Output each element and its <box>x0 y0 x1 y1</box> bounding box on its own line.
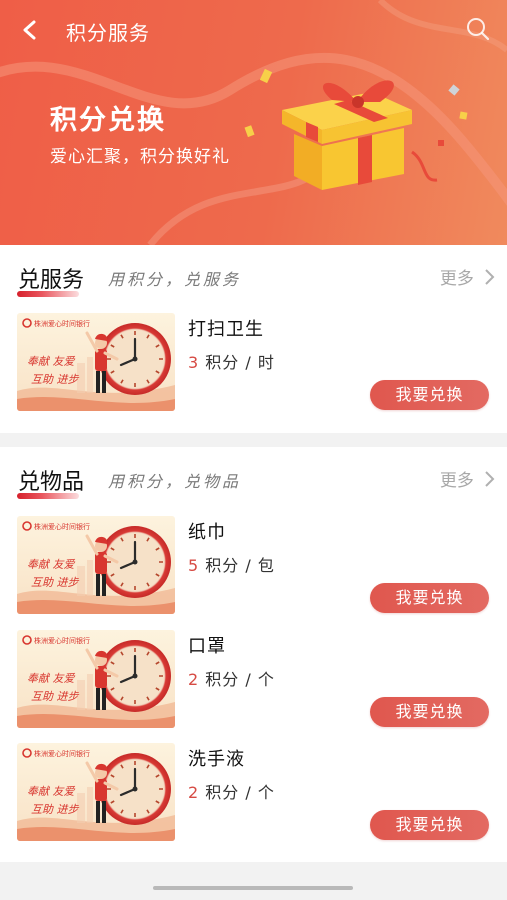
points-unit: 积分 / 个 <box>205 670 275 689</box>
more-label: 更多 <box>439 471 474 491</box>
list-item: 株洲爱心时间银行 奉献 友爱 互助 进步 口罩 2 积分 / 个 我要兑换 <box>0 630 507 740</box>
svg-text:奉献 友爱: 奉献 友爱 <box>27 785 75 798</box>
svg-text:奉献 友爱: 奉献 友爱 <box>27 355 75 368</box>
item-name: 纸巾 <box>188 522 226 543</box>
volunteer-clock-image: 株洲爱心时间银行 奉献 友爱 互助 进步 <box>17 743 175 841</box>
banner: 积分服务 积分兑换 爱心汇聚，积分换好礼 <box>0 0 507 245</box>
svg-text:互助 进步: 互助 进步 <box>31 690 79 703</box>
services-section: 兑服务 用积分，兑服务 更多 株洲爱心时间银行 奉献 友爱 互助 进步 打扫卫生… <box>0 245 507 433</box>
item-name: 洗手液 <box>188 749 245 770</box>
svg-text:互助 进步: 互助 进步 <box>31 803 79 816</box>
redeem-button[interactable]: 我要兑换 <box>370 697 489 727</box>
more-button[interactable]: 更多 <box>439 466 495 491</box>
more-label: 更多 <box>439 269 474 289</box>
section-title-underline <box>17 291 79 297</box>
svg-text:互助 进步: 互助 进步 <box>31 576 79 589</box>
chevron-left-icon <box>23 20 36 40</box>
points-unit: 积分 / 个 <box>205 783 275 802</box>
goods-section: 兑物品 用积分，兑物品 更多 株洲爱心时间银行 奉献 友爱 互助 进步 纸巾 5… <box>0 447 507 862</box>
item-name: 打扫卫生 <box>188 319 264 340</box>
list-item: 株洲爱心时间银行 奉献 友爱 互助 进步 纸巾 5 积分 / 包 我要兑换 <box>0 516 507 626</box>
section-header: 兑物品 用积分，兑物品 更多 <box>0 447 507 505</box>
volunteer-clock-image: 株洲爱心时间银行 奉献 友爱 互助 进步 <box>17 630 175 728</box>
volunteer-clock-image: 株洲爱心时间银行 奉献 友爱 互助 进步 <box>17 516 175 614</box>
redeem-button[interactable]: 我要兑换 <box>370 380 489 410</box>
chevron-right-icon <box>485 470 495 487</box>
volunteer-clock-image: 株洲爱心时间银行 奉献 友爱 互助 进步 <box>17 313 175 411</box>
item-points: 2 积分 / 个 <box>188 779 275 803</box>
banner-subtitle: 爱心汇聚，积分换好礼 <box>50 147 230 167</box>
back-button[interactable] <box>16 14 46 46</box>
banner-title: 积分兑换 <box>50 105 166 136</box>
section-title: 兑物品 <box>18 470 85 495</box>
svg-text:株洲爱心时间银行: 株洲爱心时间银行 <box>34 636 90 645</box>
item-name: 口罩 <box>188 636 226 657</box>
more-button[interactable]: 更多 <box>439 264 495 289</box>
points-value: 2 <box>188 783 200 802</box>
gift-box-icon <box>282 80 438 190</box>
svg-text:株洲爱心时间银行: 株洲爱心时间银行 <box>34 319 90 328</box>
chevron-right-icon <box>485 268 495 285</box>
item-thumbnail[interactable]: 株洲爱心时间银行 奉献 友爱 互助 进步 <box>17 630 175 728</box>
redeem-button[interactable]: 我要兑换 <box>370 810 489 840</box>
list-item: 株洲爱心时间银行 奉献 友爱 互助 进步 打扫卫生 3 积分 / 时 我要兑换 <box>0 313 507 423</box>
section-slogan: 用积分，兑服务 <box>108 270 242 289</box>
section-title-underline <box>17 493 79 499</box>
search-icon <box>467 18 490 41</box>
page-title: 积分服务 <box>66 21 150 45</box>
points-unit: 积分 / 包 <box>205 556 275 575</box>
home-indicator[interactable] <box>153 886 353 890</box>
item-points: 5 积分 / 包 <box>188 552 275 576</box>
item-thumbnail[interactable]: 株洲爱心时间银行 奉献 友爱 互助 进步 <box>17 313 175 411</box>
item-thumbnail[interactable]: 株洲爱心时间银行 奉献 友爱 互助 进步 <box>17 516 175 614</box>
points-unit: 积分 / 时 <box>205 353 275 372</box>
svg-text:奉献 友爱: 奉献 友爱 <box>27 672 75 685</box>
redeem-button[interactable]: 我要兑换 <box>370 583 489 613</box>
points-value: 3 <box>188 353 200 372</box>
section-slogan: 用积分，兑物品 <box>108 472 242 491</box>
points-value: 2 <box>188 670 200 689</box>
svg-text:株洲爱心时间银行: 株洲爱心时间银行 <box>34 522 90 531</box>
item-thumbnail[interactable]: 株洲爱心时间银行 奉献 友爱 互助 进步 <box>17 743 175 841</box>
item-points: 3 积分 / 时 <box>188 349 275 373</box>
item-points: 2 积分 / 个 <box>188 666 275 690</box>
svg-text:奉献 友爱: 奉献 友爱 <box>27 558 75 571</box>
search-button[interactable] <box>463 14 493 44</box>
svg-text:株洲爱心时间银行: 株洲爱心时间银行 <box>34 749 90 758</box>
list-item: 株洲爱心时间银行 奉献 友爱 互助 进步 洗手液 2 积分 / 个 我要兑换 <box>0 743 507 853</box>
section-header: 兑服务 用积分，兑服务 更多 <box>0 245 507 303</box>
navbar: 积分服务 <box>0 0 507 60</box>
svg-text:互助 进步: 互助 进步 <box>31 373 79 386</box>
section-title: 兑服务 <box>18 268 85 293</box>
points-value: 5 <box>188 556 200 575</box>
